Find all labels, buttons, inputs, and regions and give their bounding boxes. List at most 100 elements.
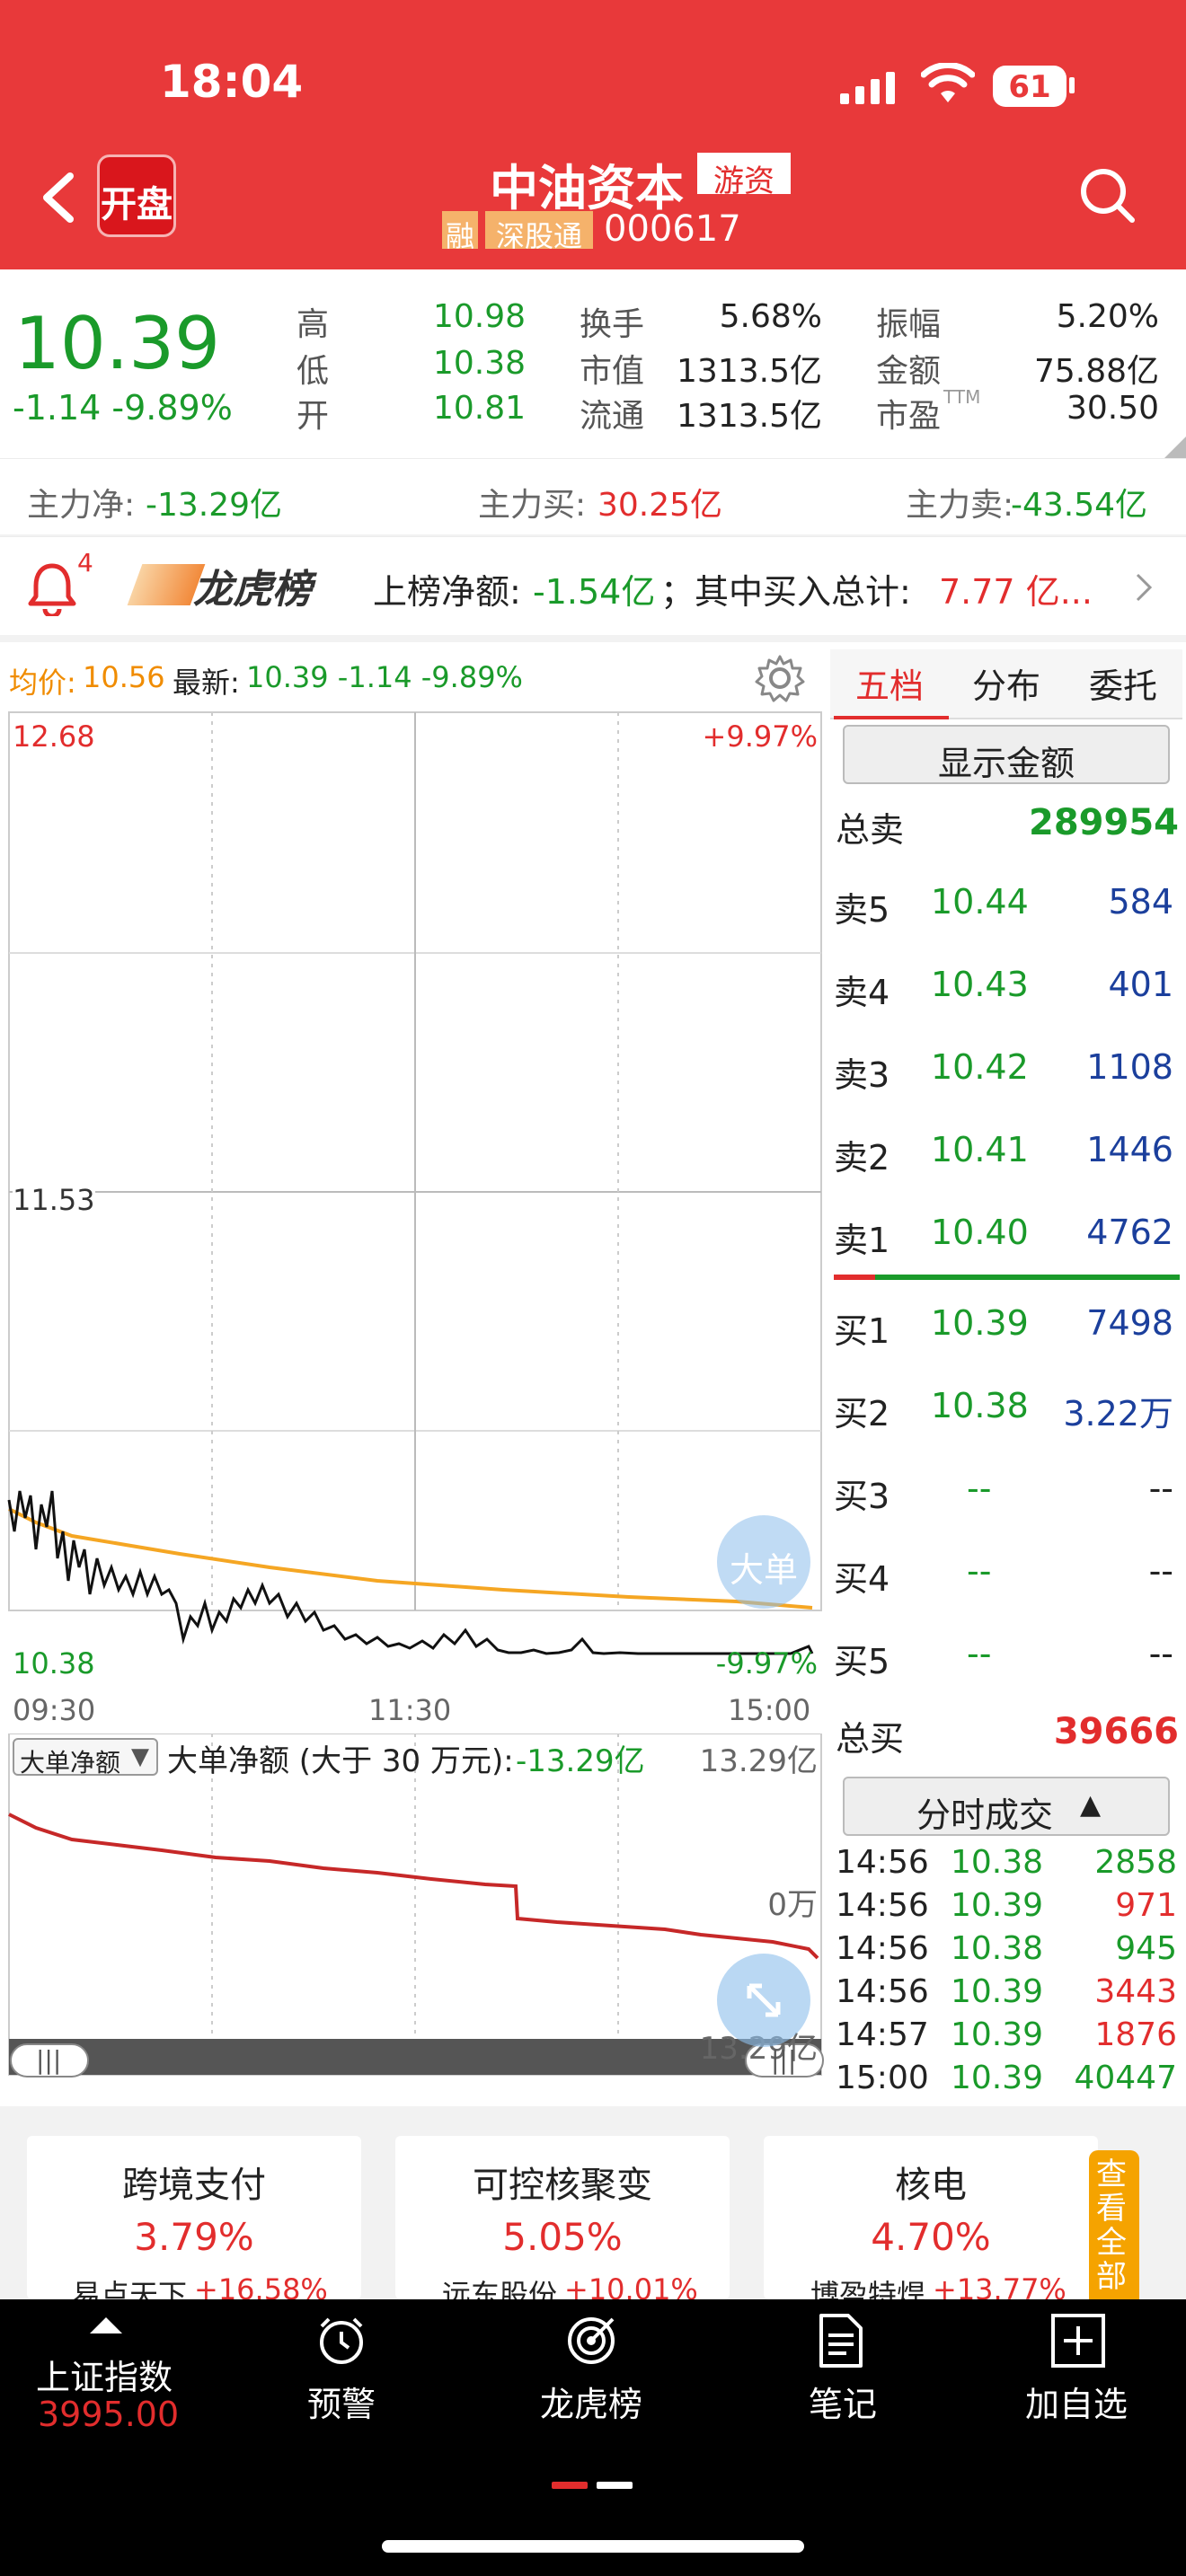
bid-vol: -- — [1148, 1551, 1173, 1591]
concept-card[interactable]: 可控核聚变 5.05% 远东股份 +10.01% — [395, 2136, 730, 2312]
float-label: 流通 — [580, 398, 645, 435]
show-amount-button[interactable]: 显示金额 — [843, 725, 1170, 784]
view-all-button[interactable]: 查看全部 — [1089, 2150, 1139, 2299]
pct-top-label: +9.97% — [702, 719, 818, 754]
bid-ask-ratio-bar — [834, 1275, 1180, 1280]
battery-icon: 61 — [993, 66, 1067, 107]
tab-entrust[interactable]: 委托 — [1089, 658, 1157, 708]
total-sell-value: 289954 — [1029, 802, 1179, 843]
concept-card[interactable]: 跨境支付 3.79% 易点天下 +16.58% — [27, 2136, 361, 2312]
tick-row: 14:56 10.38 945 — [836, 1930, 1177, 1972]
tick-row: 14:56 10.39 971 — [836, 1887, 1177, 1928]
big-order-dropdown-label: 大单净额 — [20, 1748, 121, 1778]
concept-name: 可控核聚变 — [473, 2165, 652, 2206]
ask-price: 10.42 — [931, 1047, 1029, 1087]
nav-dragon-tiger[interactable]: 龙虎榜 — [501, 2377, 681, 2426]
tick-vol: 40447 — [1074, 2060, 1177, 2096]
bell-icon[interactable] — [27, 560, 77, 616]
ask-vol: 584 — [1108, 882, 1173, 922]
bid-vol: 7498 — [1086, 1303, 1173, 1343]
index-up-icon — [90, 2317, 122, 2333]
tick-row: 14:56 10.39 3443 — [836, 1973, 1177, 2015]
total-sell-label: 总卖 — [836, 810, 905, 850]
dragon-tiger-mid: ；其中买入总计: — [660, 572, 911, 612]
target-icon[interactable] — [564, 2314, 618, 2368]
concept-pct: 3.79% — [134, 2215, 254, 2259]
open-label: 开 — [296, 398, 330, 435]
bid-vol: -- — [1148, 1469, 1173, 1508]
nav-notes[interactable]: 笔记 — [753, 2377, 933, 2426]
concept-name: 核电 — [895, 2165, 967, 2206]
nav-alert[interactable]: 预警 — [252, 2377, 431, 2426]
amplitude-value: 5.20% — [1056, 298, 1159, 335]
dropdown-arrow-icon: ▼ — [131, 1743, 149, 1770]
quote-panel: 10.39 -1.14 -9.89% 高 低 开 10.98 10.38 10.… — [0, 269, 1186, 458]
tick-price: 10.39 — [951, 1973, 1044, 2010]
add-box-icon[interactable] — [1049, 2312, 1107, 2369]
big-order-bubble[interactable]: 大单 — [717, 1515, 810, 1609]
low-label: 低 — [296, 353, 330, 390]
tick-vol: 1876 — [1094, 2016, 1177, 2053]
big-order-dropdown[interactable]: 大单净额 ▼ — [13, 1738, 158, 1778]
stock-tag: 游资 — [697, 153, 791, 199]
stock-tag-text: 游资 — [713, 163, 774, 199]
pe-value: 30.50 — [1066, 390, 1159, 427]
bid-row: 买1 10.39 7498 — [834, 1303, 1180, 1357]
ask-label: 卖4 — [834, 973, 890, 1012]
alarm-clock-icon[interactable] — [314, 2314, 368, 2368]
search-icon[interactable] — [1078, 166, 1137, 225]
view-all-label: 查看全部 — [1096, 2157, 1127, 2295]
ask-vol: 401 — [1108, 965, 1173, 1004]
total-buy-value: 39666 — [1053, 1711, 1179, 1752]
nav-add-watchlist[interactable]: 加自选 — [987, 2377, 1166, 2426]
big-order-y-top: 13.29亿 — [699, 1743, 818, 1779]
bid-row: 买3 -- -- — [834, 1469, 1180, 1522]
note-icon[interactable] — [816, 2312, 864, 2369]
dragon-tiger-title: 龙虎榜 — [193, 567, 312, 613]
tick-time: 14:56 — [836, 1844, 929, 1881]
badge-rong-text: 融 — [445, 219, 474, 253]
tab-distribution[interactable]: 分布 — [972, 658, 1040, 708]
tab-five-level[interactable]: 五档 — [855, 658, 924, 708]
scroll-handle-left-icon[interactable]: ||| — [36, 2045, 61, 2075]
tab-indicator — [834, 716, 949, 719]
low-value: 10.38 — [432, 345, 526, 382]
ask-row: 卖1 10.40 4762 — [834, 1213, 1180, 1266]
app-logo: 开盘 — [97, 154, 176, 237]
scroll-handle-right-icon[interactable]: ||| — [771, 2045, 796, 2075]
ask-row: 卖3 10.42 1108 — [834, 1047, 1180, 1101]
y-bottom-label: 10.38 — [13, 1646, 95, 1681]
price-change: -1.14 -9.89% — [13, 388, 233, 428]
pe-sup: TTM — [943, 386, 981, 408]
back-icon[interactable] — [38, 171, 77, 225]
expand-icon[interactable] — [717, 1954, 810, 2047]
expand-corner-icon[interactable] — [1164, 437, 1186, 458]
index-name[interactable]: 上证指数 — [36, 2350, 173, 2399]
amplitude-label: 振幅 — [876, 306, 942, 343]
bell-count: 4 — [77, 548, 93, 578]
tick-time: 14:57 — [836, 2016, 929, 2053]
main-sell-value: -43.54亿 — [1011, 487, 1148, 524]
main-net-value: -13.29亿 — [146, 487, 283, 524]
page-indicator-active — [552, 2482, 588, 2489]
ticks-toggle-button[interactable]: 分时成交 ▲ — [843, 1777, 1170, 1836]
bid-price: 10.38 — [931, 1386, 1029, 1425]
show-amount-label: 显示金额 — [937, 744, 1075, 783]
main-net-label: 主力净: — [27, 487, 136, 524]
dragon-tiger-banner[interactable]: 4 龙虎榜 上榜净额: -1.54亿 ；其中买入总计: 7.77 亿... — [0, 536, 1186, 635]
chevron-right-icon[interactable] — [1134, 571, 1155, 604]
high-label: 高 — [296, 306, 330, 343]
tick-row: 14:57 10.39 1876 — [836, 2016, 1177, 2058]
mktcap-value: 1313.5亿 — [677, 353, 822, 390]
concept-card[interactable]: 核电 4.70% 博盈特焊 +13.77% — [764, 2136, 1098, 2312]
x-label-noon: 11:30 — [368, 1693, 452, 1727]
concept-pct: 4.70% — [871, 2215, 991, 2259]
amount-label: 金额 — [876, 353, 942, 390]
tick-time: 14:56 — [836, 1930, 929, 1967]
turnover-label: 换手 — [580, 306, 645, 343]
ask-price: 10.43 — [931, 965, 1029, 1004]
tick-row: 14:56 10.38 2858 — [836, 1844, 1177, 1885]
bid-row: 买4 -- -- — [834, 1551, 1180, 1605]
ask-label: 卖3 — [834, 1055, 890, 1095]
total-buy-label: 总买 — [836, 1719, 905, 1759]
